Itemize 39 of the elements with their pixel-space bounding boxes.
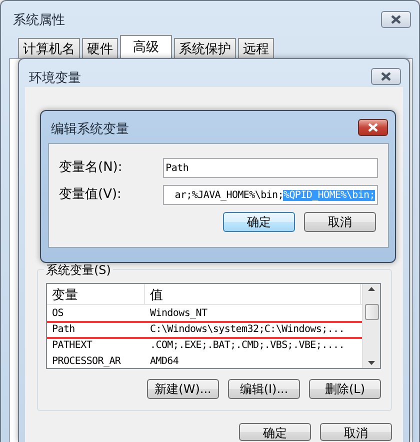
table-cell-text: OS <box>51 307 64 321</box>
tab[interactable]: 计算机名 <box>18 38 80 58</box>
column-header[interactable]: 变量 <box>47 284 145 304</box>
dialog-button[interactable]: 编辑(I)... <box>228 379 300 399</box>
tab[interactable]: 系统保护 <box>174 38 236 58</box>
field-label: 变量值(V): <box>59 186 122 204</box>
table-cell-text: Windows_NT <box>149 307 208 321</box>
close-icon <box>367 123 379 132</box>
dialog-button[interactable]: 取消 <box>320 423 392 441</box>
field-label: 变量名(N): <box>59 159 124 178</box>
dialog-title: 环境变量 <box>29 70 81 88</box>
table-cell-text: C:\Windows\system32;C:\Windows;... <box>149 323 346 337</box>
table-cell-text: PATHEXT <box>51 339 94 353</box>
tab[interactable]: 硬件 <box>82 38 118 58</box>
dialog-button[interactable]: 新建(W)... <box>147 379 219 399</box>
dialog-button[interactable]: 确定 <box>223 212 295 232</box>
close-button[interactable] <box>381 11 411 28</box>
column-header[interactable]: 值 <box>145 284 361 304</box>
table-cell-text: PROCESSOR_AR <box>51 355 122 368</box>
input-field[interactable]: ar;%JAVA_HOME%\bin;%QPID_HOME%\bin; <box>162 185 378 205</box>
close-button[interactable] <box>371 68 401 85</box>
dialog-button[interactable]: 删除(L) <box>309 379 381 399</box>
dialog-button[interactable]: 取消 <box>304 212 376 232</box>
table-cell-text: AMD64 <box>149 355 180 368</box>
scrollbar[interactable] <box>362 284 380 368</box>
close-icon <box>390 15 402 24</box>
table-cell-text: .COM;.EXE;.BAT;.CMD;.VBS;.VBE;.... <box>149 339 346 353</box>
close-button[interactable] <box>358 119 388 136</box>
close-icon <box>380 72 392 81</box>
tab[interactable]: 远程 <box>238 38 274 58</box>
table-cell-text: Path <box>51 323 76 337</box>
input-field[interactable]: Path <box>162 158 378 178</box>
dialog-button[interactable]: 确定 <box>239 423 311 441</box>
scroll-up-icon[interactable] <box>368 287 375 291</box>
scroll-down-icon[interactable] <box>368 361 375 365</box>
scroll-thumb[interactable] <box>364 304 378 320</box>
dialog-title: 编辑系统变量 <box>51 121 129 139</box>
tab[interactable]: 高级 <box>120 35 172 58</box>
window-title: 系统属性 <box>13 12 65 30</box>
